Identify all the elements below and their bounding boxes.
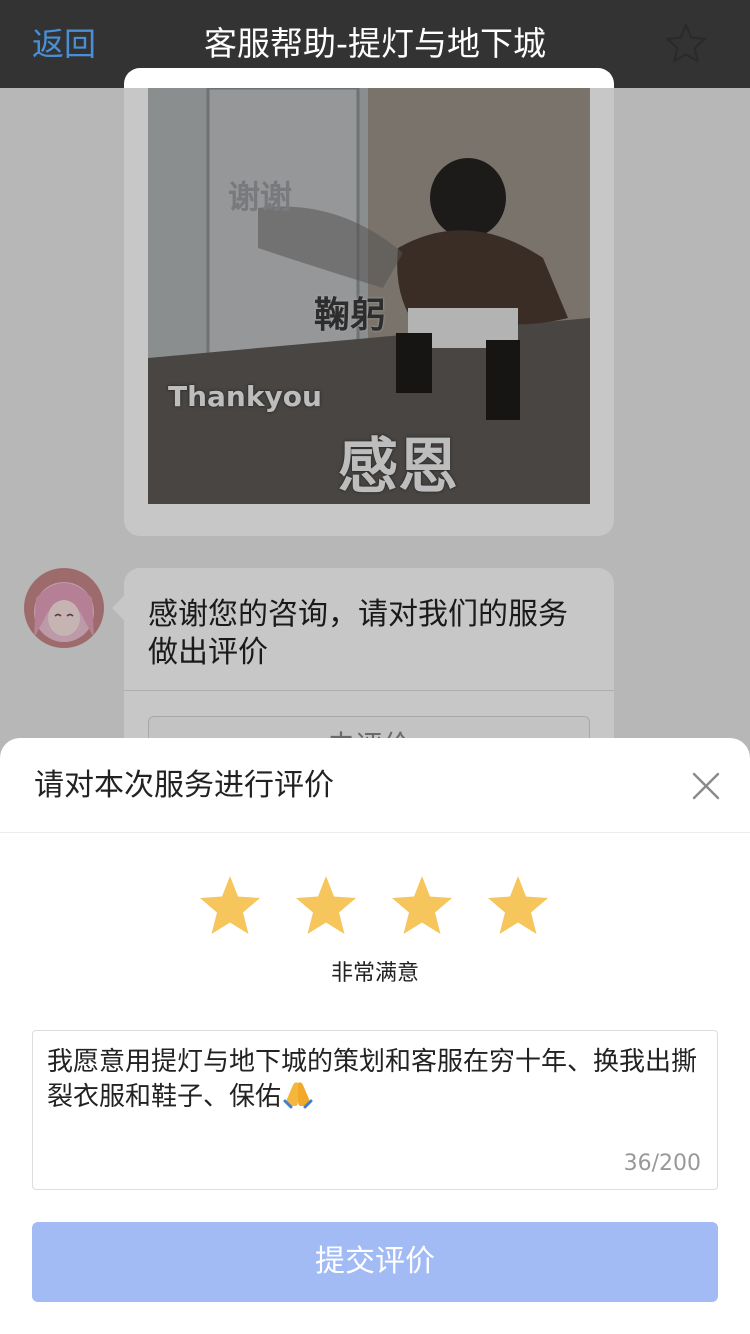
back-button[interactable]: 返回	[32, 22, 96, 66]
star-icon-3[interactable]	[390, 874, 454, 938]
star-rating	[198, 874, 558, 938]
sheet-title: 请对本次服务进行评价	[34, 768, 334, 803]
sheet-divider	[0, 832, 750, 833]
submit-rating-button[interactable]: 提交评价	[32, 1222, 718, 1302]
star-icon-4[interactable]	[486, 874, 550, 938]
folded-hands-icon	[283, 1082, 313, 1109]
close-icon[interactable]	[684, 764, 728, 808]
rating-label: 非常满意	[330, 961, 419, 986]
star-icon-2[interactable]	[294, 874, 358, 938]
char-counter: 36/200	[623, 1151, 701, 1176]
page-title: 客服帮助-提灯与地下城	[204, 24, 546, 63]
star-icon-1[interactable]	[198, 874, 262, 938]
comment-text: 我愿意用提灯与地下城的策划和客服在穷十年、换我出撕裂衣服和鞋子、保佑	[47, 1045, 707, 1114]
comment-content: 我愿意用提灯与地下城的策划和客服在穷十年、换我出撕裂衣服和鞋子、保佑	[47, 1047, 698, 1112]
star-outline-icon[interactable]	[664, 22, 708, 66]
rating-sheet: 请对本次服务进行评价 非常满意 我愿意用提灯与地下城的策划和客服在穷十年、换我出…	[0, 738, 750, 1334]
comment-textarea[interactable]: 我愿意用提灯与地下城的策划和客服在穷十年、换我出撕裂衣服和鞋子、保佑 36/20…	[32, 1030, 718, 1190]
